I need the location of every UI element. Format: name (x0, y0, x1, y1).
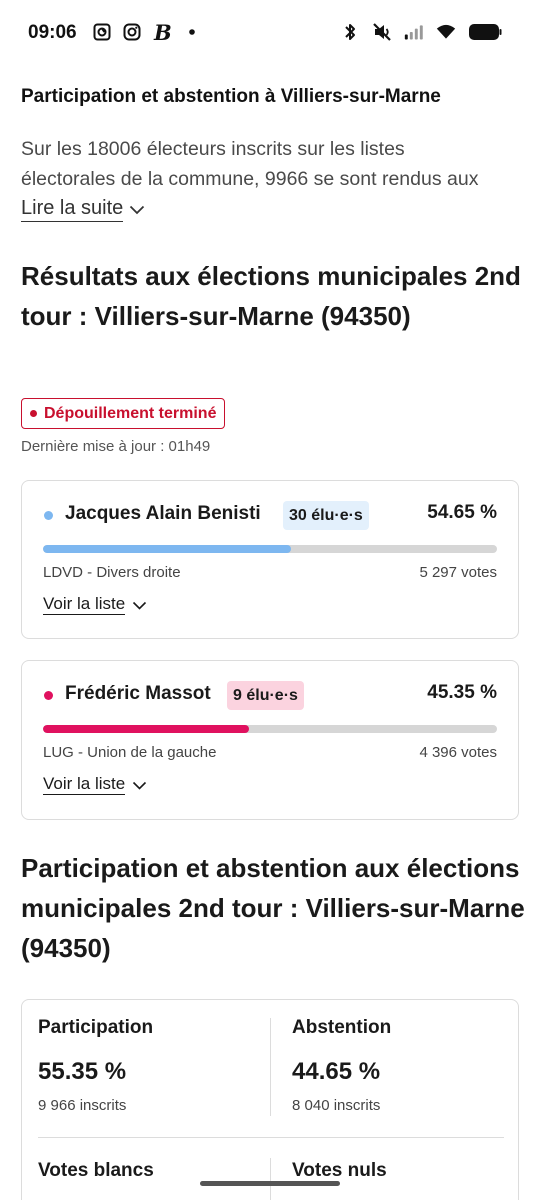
seats-badge: 9 élu·e·s (227, 681, 304, 710)
seats-badge: 30 élu·e·s (283, 501, 369, 530)
chevron-down-icon (129, 198, 145, 221)
abstention-sub: 8 040 inscrits (292, 1097, 381, 1114)
see-list-label: Voir la liste (43, 594, 126, 615)
vote-share-bar (43, 725, 497, 733)
candidate-percent: 54.65 % (427, 502, 497, 523)
divider (270, 1158, 271, 1200)
participation-sub: 9 966 inscrits (38, 1097, 127, 1114)
vote-share-bar-fill (43, 545, 292, 553)
see-list-button[interactable]: Voir la liste (43, 774, 147, 795)
participation-value: 55.35 % (38, 1058, 127, 1085)
wifi-icon (436, 22, 456, 42)
blank-votes-label: Votes blancs (38, 1160, 154, 1181)
divider (38, 1137, 504, 1138)
abstention-label: Abstention (292, 1017, 392, 1038)
intro-text-line2: électorales de la commune, 9966 se sont … (21, 168, 479, 190)
list-name: LDVD - Divers droite (43, 564, 181, 581)
notification-app-icon (92, 22, 112, 42)
read-more-label: Lire la suite (21, 197, 124, 222)
read-more-link[interactable]: Lire la suite (21, 197, 145, 222)
status-time: 09:06 (28, 22, 77, 43)
mute-icon (372, 22, 392, 42)
chevron-down-icon (132, 775, 147, 795)
status-right-icons (340, 22, 502, 42)
candidate-color-dot (44, 511, 53, 520)
signal-icon (404, 22, 424, 42)
divider (270, 1018, 271, 1116)
vote-count: 5 297 votes (419, 564, 497, 581)
see-list-button[interactable]: Voir la liste (43, 594, 147, 615)
status-left-icons: B (92, 21, 202, 43)
candidate-color-dot (44, 691, 53, 700)
home-indicator[interactable] (200, 1181, 340, 1186)
candidate-name: Jacques Alain Benisti (65, 503, 261, 524)
status-badge: Dépouillement terminé (21, 398, 226, 429)
last-update: Dernière mise à jour : 01h49 (21, 438, 211, 455)
vote-share-bar (43, 545, 497, 553)
vote-share-bar-fill (43, 725, 249, 733)
b-app-icon: B (152, 21, 172, 43)
battery-icon (468, 22, 502, 42)
see-list-label: Voir la liste (43, 774, 126, 795)
participation-label: Participation (38, 1017, 154, 1038)
candidate-name: Frédéric Massot (65, 683, 211, 704)
participation-card: Participation 55.35 % 9 966 inscrits Abs… (21, 999, 519, 1200)
abstention-value: 44.65 % (292, 1058, 381, 1085)
vote-count: 4 396 votes (419, 744, 497, 761)
candidate-card: Frédéric Massot 9 élu·e·s 45.35 % LUG - … (21, 660, 519, 820)
intro-text: Sur les 18006 électeurs inscrits sur les… (21, 134, 521, 194)
intro-title: Participation et abstention à Villiers-s… (21, 86, 441, 107)
dot-icon (182, 22, 202, 42)
bluetooth-icon (340, 22, 360, 42)
candidate-card: Jacques Alain Benisti 30 élu·e·s 54.65 %… (21, 480, 519, 639)
status-badge-label: Dépouillement terminé (44, 404, 217, 422)
list-name: LUG - Union de la gauche (43, 744, 217, 761)
status-bar: 09:06 B (0, 0, 540, 64)
svg-text:B: B (153, 21, 172, 43)
status-dot-icon (30, 410, 37, 417)
instagram-icon (122, 22, 142, 42)
null-votes-label: Votes nuls (292, 1160, 387, 1181)
intro-text-line1: Sur les 18006 électeurs inscrits sur les… (21, 138, 405, 160)
participation-title: Participation et abstention aux élection… (21, 853, 525, 963)
results-title: Résultats aux élections municipales 2nd … (21, 261, 521, 331)
chevron-down-icon (132, 595, 147, 615)
candidate-percent: 45.35 % (427, 682, 497, 703)
